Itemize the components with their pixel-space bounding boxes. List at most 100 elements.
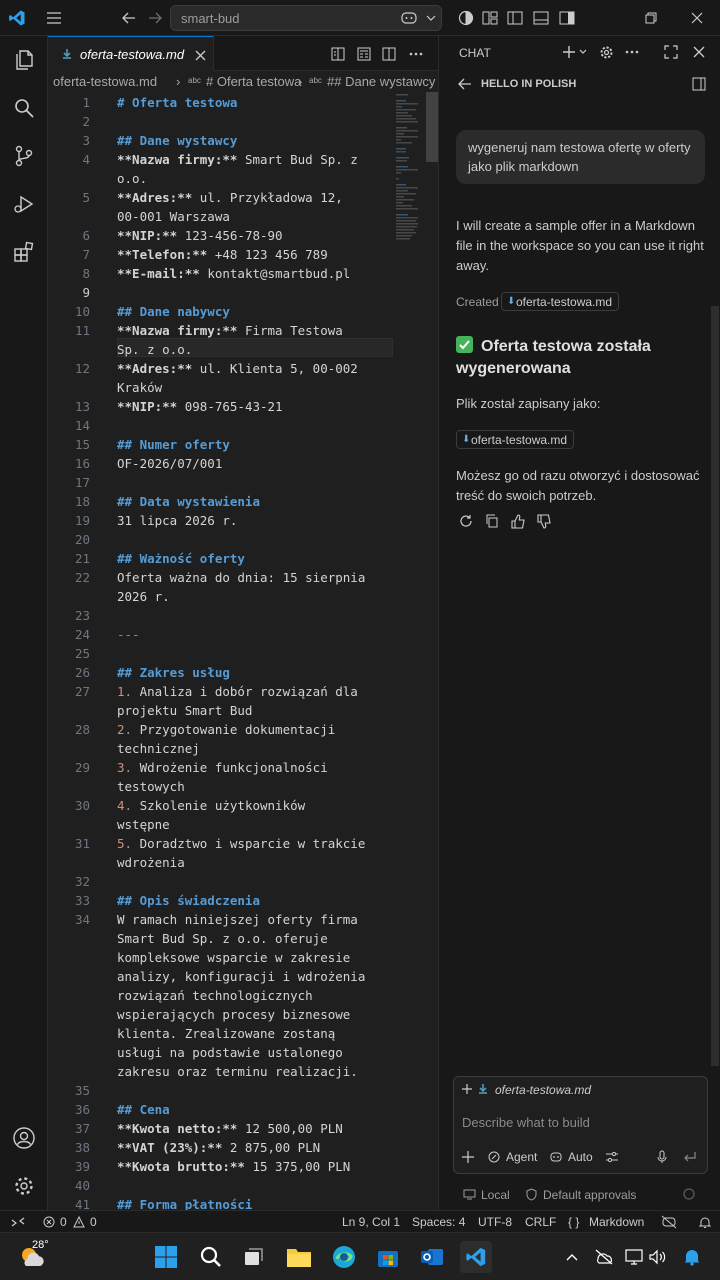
code-line[interactable]: **Kwota netto:** 12 500,00 PLN	[117, 1119, 343, 1138]
settings-gear-icon[interactable]	[0, 1162, 48, 1210]
code-line[interactable]: 1. Analiza i dobór rozwiązań dla projekt…	[117, 682, 358, 720]
network-offline-icon[interactable]	[588, 1241, 620, 1273]
close-tab-icon[interactable]	[192, 47, 208, 63]
search-icon[interactable]	[0, 84, 48, 132]
approvals-label[interactable]: Default approvals	[543, 1188, 636, 1202]
code-line[interactable]: **Adres:** ul. Klienta 5, 00-002 Kraków	[117, 359, 358, 397]
chat-settings-gear-icon[interactable]	[596, 42, 616, 62]
source-control-icon[interactable]	[0, 132, 48, 180]
send-icon[interactable]	[682, 1149, 698, 1165]
menu-icon[interactable]	[42, 7, 66, 29]
code-line[interactable]: ## Dane nabywcy	[117, 302, 230, 321]
forward-arrow-icon[interactable]	[144, 7, 166, 29]
code-line[interactable]: ## Ważność oferty	[117, 549, 245, 568]
restore-window-icon[interactable]	[640, 8, 662, 28]
created-file-chip[interactable]: ⬇ oferta-testowa.md	[501, 292, 620, 311]
add-plus-icon[interactable]	[460, 1149, 476, 1165]
minimap[interactable]	[396, 92, 424, 242]
code-line[interactable]: 4. Szkolenie użytkowników wstępne	[117, 796, 305, 834]
code-line[interactable]: 2. Przygotowanie dokumentacji techniczne…	[117, 720, 335, 758]
tab-oferta-testowa[interactable]: oferta-testowa.md	[48, 36, 214, 71]
code-line[interactable]: **VAT (23%):** 2 875,00 PLN	[117, 1138, 320, 1157]
retry-icon[interactable]	[456, 511, 476, 531]
attached-file-label[interactable]: oferta-testowa.md	[495, 1083, 591, 1097]
more-actions-icon[interactable]	[406, 44, 426, 64]
cursor-position[interactable]: Ln 9, Col 1	[342, 1215, 400, 1229]
thumbs-up-icon[interactable]	[508, 511, 528, 531]
microphone-icon[interactable]	[654, 1149, 670, 1165]
chat-more-icon[interactable]	[622, 42, 642, 62]
code-line[interactable]: **NIP:** 098-765-43-21	[117, 397, 283, 416]
encoding[interactable]: UTF-8	[478, 1215, 512, 1229]
add-context-plus-icon[interactable]	[460, 1082, 474, 1096]
extensions-icon[interactable]	[0, 228, 48, 276]
local-device-icon[interactable]	[461, 1186, 477, 1202]
code-line[interactable]: ## Data wystawienia	[117, 492, 260, 511]
editor-scrollbar-track[interactable]	[426, 92, 438, 1210]
code-line[interactable]: ## Opis świadczenia	[117, 891, 260, 910]
code-line[interactable]: ## Zakres usług	[117, 663, 230, 682]
vscode-logo-icon[interactable]	[6, 7, 28, 29]
split-editor-icon[interactable]	[379, 44, 399, 64]
windows-start-icon[interactable]	[150, 1241, 182, 1273]
warning-icon[interactable]	[72, 1215, 86, 1229]
code-line[interactable]: **E-mail:** kontakt@smartbud.pl	[117, 264, 350, 283]
chat-scrollbar[interactable]	[711, 306, 719, 1066]
code-line[interactable]: **Nazwa firmy:** Smart Bud Sp. z o.o.	[117, 150, 358, 188]
model-picker-icon[interactable]	[548, 1149, 564, 1165]
shield-icon[interactable]	[523, 1186, 539, 1202]
file-explorer-icon[interactable]	[283, 1241, 315, 1273]
code-line[interactable]: **Nazwa firmy:** Firma Testowa Sp. z o.o…	[117, 321, 343, 359]
model-label[interactable]: Auto	[568, 1150, 593, 1164]
saved-file-chip[interactable]: ⬇ oferta-testowa.md	[456, 430, 575, 449]
code-line[interactable]: ## Forma płatności	[117, 1195, 252, 1210]
code-line[interactable]: 5. Doradztwo i wsparcie w trakcie wdroże…	[117, 834, 365, 872]
code-line[interactable]: **Kwota brutto:** 15 375,00 PLN	[117, 1157, 350, 1176]
back-arrow-icon[interactable]	[455, 74, 475, 94]
code-line[interactable]: # Oferta testowa	[117, 93, 237, 112]
command-center-search[interactable]: smart-bud	[170, 5, 442, 31]
code-line[interactable]: ---	[117, 625, 140, 644]
task-view-icon[interactable]	[238, 1241, 270, 1273]
chevron-up-icon[interactable]	[556, 1241, 588, 1273]
chat-input-placeholder[interactable]: Describe what to build	[462, 1115, 590, 1130]
agent-mode-label[interactable]: Agent	[506, 1150, 537, 1164]
back-arrow-icon[interactable]	[118, 7, 140, 29]
end-of-line[interactable]: CRLF	[525, 1215, 556, 1229]
explorer-icon[interactable]	[0, 36, 48, 84]
code-line[interactable]: 3. Wdrożenie funkcjonalności testowych	[117, 758, 328, 796]
location-label[interactable]: Local	[481, 1188, 510, 1202]
account-icon[interactable]	[0, 1114, 48, 1162]
vscode-taskbar-icon[interactable]	[460, 1241, 492, 1273]
new-chat-plus-icon[interactable]	[559, 42, 591, 62]
toggle-panel-icon[interactable]	[531, 8, 551, 28]
breadcrumb-file[interactable]: oferta-testowa.md	[53, 74, 157, 89]
customize-layout-icon[interactable]	[480, 8, 500, 28]
braces-icon[interactable]: { }	[568, 1215, 579, 1229]
code-line[interactable]: **Adres:** ul. Przykładowa 12, 00-001 Wa…	[117, 188, 343, 226]
thumbs-down-icon[interactable]	[534, 511, 554, 531]
toggle-secondary-sidebar-icon[interactable]	[557, 8, 577, 28]
code-line[interactable]: OF-2026/07/001	[117, 454, 222, 473]
tools-sliders-icon[interactable]	[604, 1149, 620, 1165]
warning-count[interactable]: 0	[90, 1215, 97, 1229]
code-line[interactable]: ## Numer oferty	[117, 435, 230, 454]
agent-mode-icon[interactable]	[486, 1149, 502, 1165]
notifications-bell-icon[interactable]	[696, 1214, 714, 1230]
copy-icon[interactable]	[482, 511, 502, 531]
close-chat-icon[interactable]	[689, 42, 709, 62]
code-line[interactable]: **NIP:** 123-456-78-90	[117, 226, 283, 245]
run-debug-icon[interactable]	[0, 180, 48, 228]
copilot-icon[interactable]	[399, 9, 419, 27]
copilot-status-icon[interactable]	[660, 1214, 678, 1230]
search-icon[interactable]	[195, 1241, 227, 1273]
outlook-icon[interactable]	[416, 1241, 448, 1273]
code-line[interactable]: W ramach niniejszej oferty firma Smart B…	[117, 910, 365, 1081]
breadcrumb-heading-2[interactable]: ## Dane wystawcy	[327, 74, 435, 89]
edge-browser-icon[interactable]	[328, 1241, 360, 1273]
error-icon[interactable]	[42, 1215, 56, 1229]
code-line[interactable]: Oferta ważna do dnia: 15 sierpnia 2026 r…	[117, 568, 365, 606]
code-line[interactable]: 31 lipca 2026 r.	[117, 511, 237, 530]
chat-panel-title[interactable]: CHAT	[459, 46, 491, 60]
copilot-status-icon[interactable]	[456, 8, 476, 28]
